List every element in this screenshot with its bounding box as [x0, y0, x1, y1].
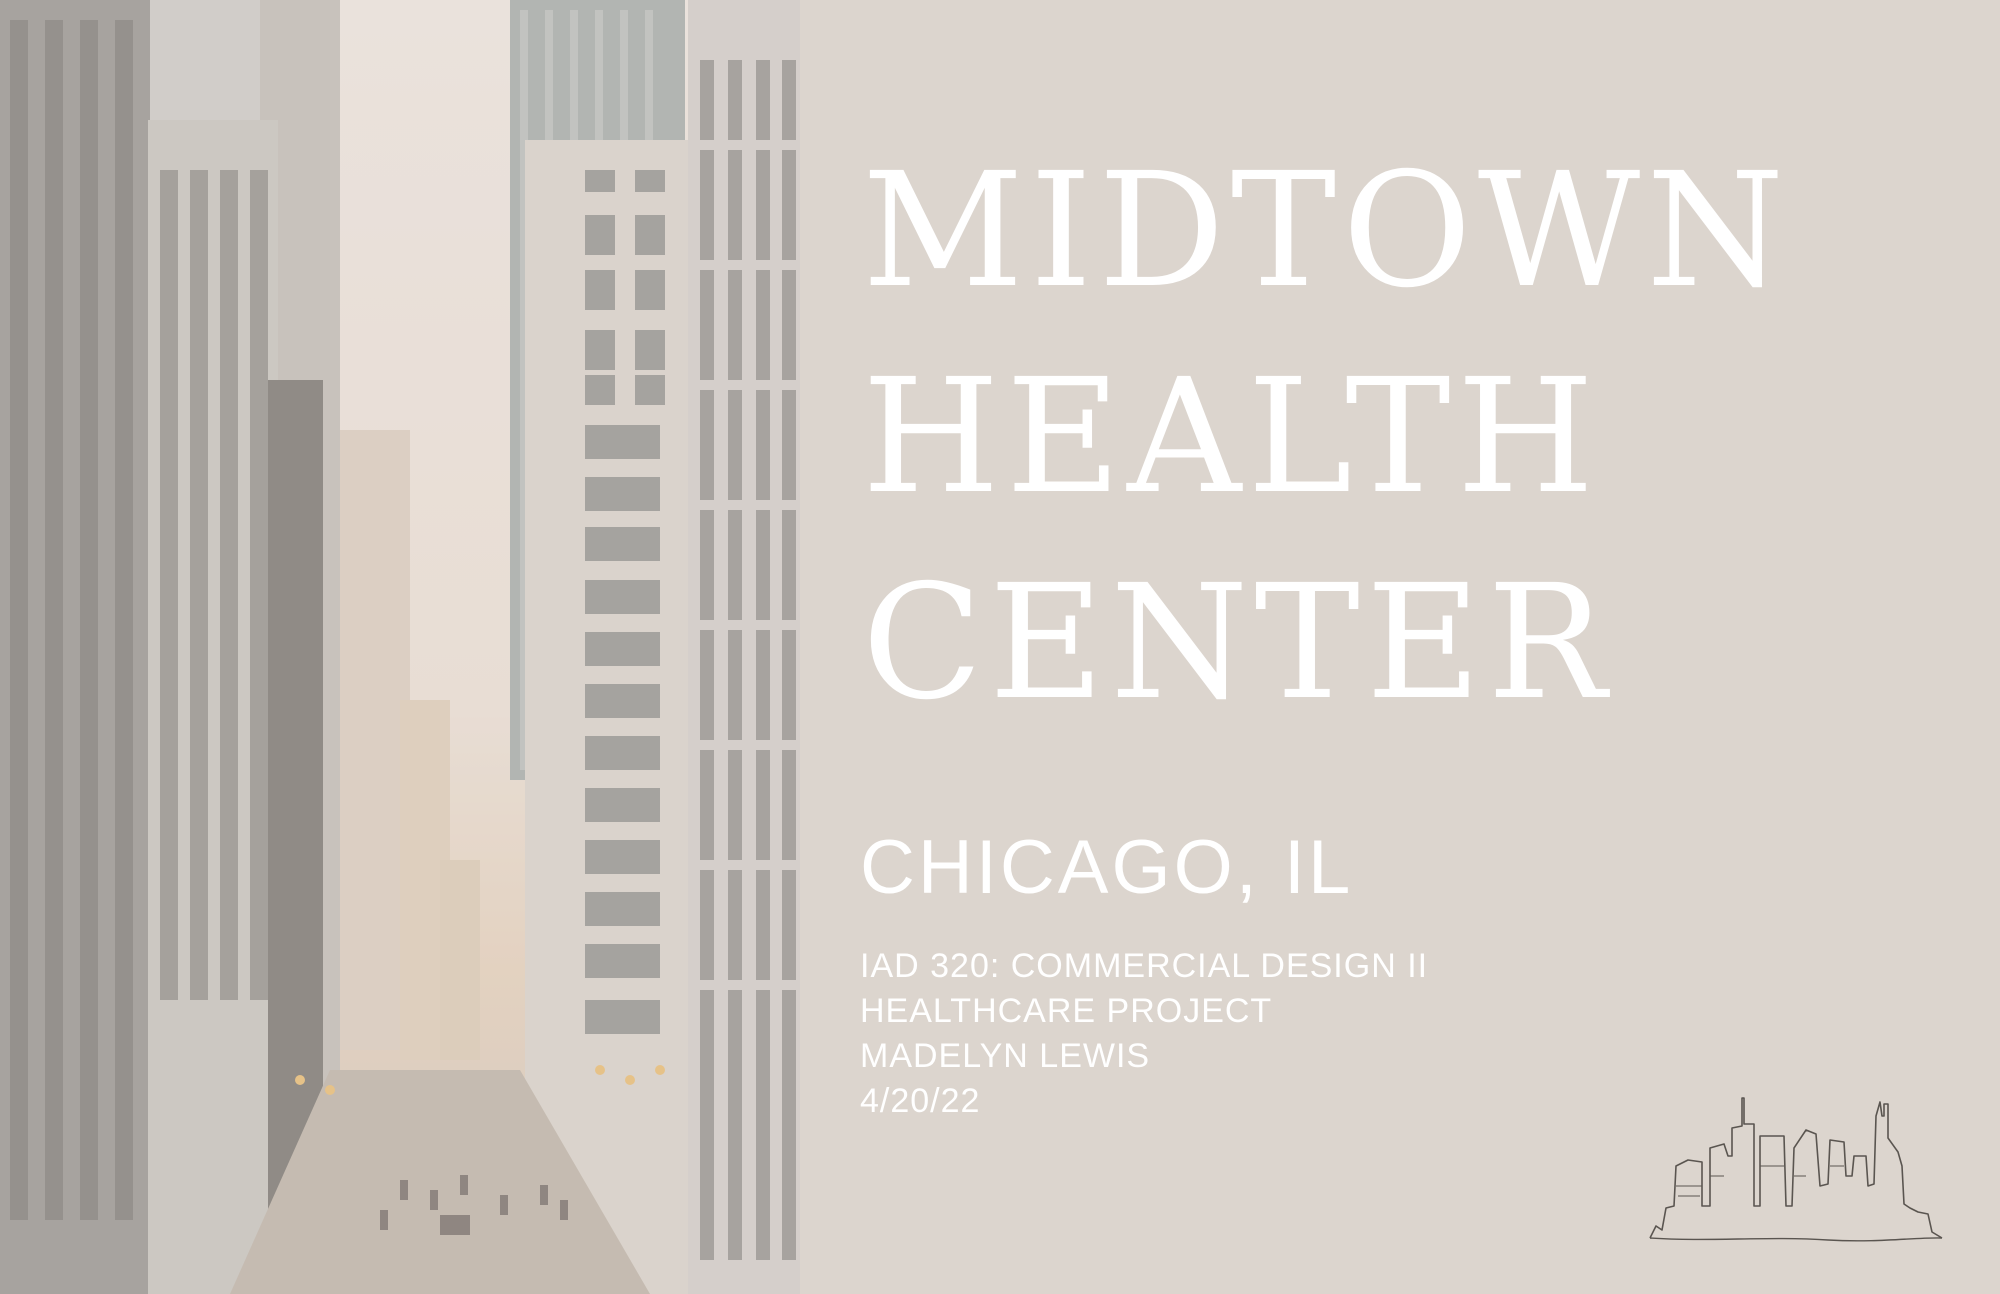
project-location: CHICAGO, IL	[860, 825, 1354, 910]
author-name: MADELYN LEWIS	[860, 1037, 1151, 1075]
course-title: IAD 320: COMMERCIAL DESIGN II	[860, 947, 1429, 985]
city-street-photo	[0, 0, 800, 1294]
title-line-1: MIDTOWN	[862, 139, 1791, 323]
title-line-2: HEALTH	[862, 345, 1601, 529]
project-type: HEALTHCARE PROJECT	[860, 992, 1273, 1030]
project-details: IAD 320: COMMERCIAL DESIGN II HEALTHCARE…	[860, 944, 1428, 1124]
project-date: 4/20/22	[860, 1082, 981, 1120]
cover-page: MIDTOWN HEALTH CENTER CHICAGO, IL IAD 32…	[0, 0, 2000, 1294]
skyline-line-icon	[1649, 1097, 1943, 1242]
title-line-3: CENTER	[862, 551, 1613, 735]
project-title: MIDTOWN HEALTH CENTER	[862, 128, 1790, 746]
